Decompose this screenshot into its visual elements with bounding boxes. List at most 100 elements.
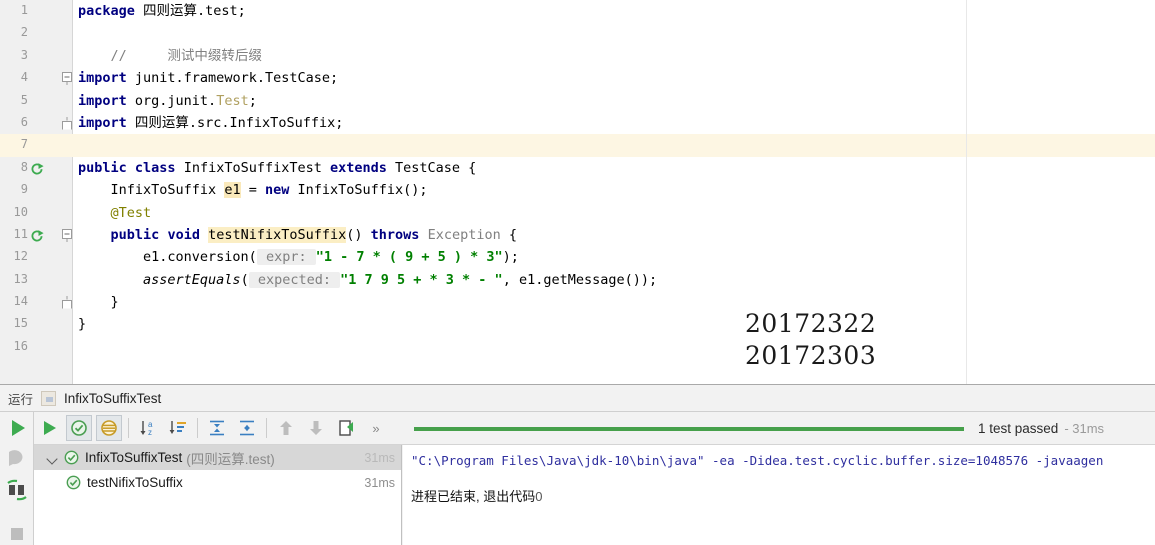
rerun-tests-icon[interactable] — [36, 415, 62, 441]
chevron-down-icon[interactable] — [46, 451, 60, 465]
code-line-7[interactable] — [73, 134, 1155, 157]
code-line-12[interactable]: e1.conversion( expr: "1 - 7 * ( 9 + 5 ) … — [73, 246, 1155, 268]
export-results-icon[interactable] — [333, 415, 359, 441]
line-number: 13 — [13, 271, 28, 286]
gutter-line-14[interactable]: 14 — [0, 291, 73, 313]
student-id-overlay: 20172322 20172303 — [745, 308, 876, 372]
tool-window-label: 运行 — [8, 392, 34, 407]
test-progress-area: 1 test passed - 31ms — [410, 412, 1155, 445]
code-line-5[interactable]: import org.junit.Test; — [73, 90, 1155, 112]
test-name: testNifixToSuffix — [87, 475, 183, 490]
toolbar-separator — [197, 418, 198, 438]
line-number: 11 — [13, 226, 28, 241]
gutter-line-4[interactable]: 4 — [0, 67, 73, 89]
next-failed-icon[interactable] — [303, 415, 329, 441]
test-status-time: - 31ms — [1064, 421, 1105, 436]
right-margin-guide — [966, 0, 967, 384]
test-package: (四则运算.test) — [186, 451, 275, 467]
toolbar-separator — [128, 418, 129, 438]
code-line-13[interactable]: assertEquals( expected: "1 7 9 5 + * 3 *… — [73, 269, 1155, 291]
rerun-icon[interactable] — [5, 416, 29, 440]
gutter-line-16[interactable]: 16 — [0, 336, 73, 358]
test-passed-icon — [66, 475, 81, 490]
test-progress-fill — [414, 426, 964, 431]
test-name: InfixToSuffixTest — [85, 450, 183, 465]
code-line-10[interactable]: @Test — [73, 202, 1155, 224]
sort-by-duration-icon[interactable] — [165, 415, 191, 441]
fold-collapse-icon[interactable] — [62, 228, 73, 242]
test-duration: 31ms — [364, 450, 395, 465]
test-tree-row[interactable]: InfixToSuffixTest (四则运算.test) 31ms — [34, 445, 401, 470]
code-line-11[interactable]: public void testNifixToSuffix() throws E… — [73, 224, 1155, 246]
gutter-line-8[interactable]: 8 — [0, 157, 73, 179]
show-ignored-icon[interactable] — [96, 415, 122, 441]
toggle-auto-test-icon[interactable] — [5, 446, 29, 470]
line-number: 12 — [13, 249, 28, 264]
gutter-line-7[interactable]: 7 — [0, 134, 73, 157]
console-exit-text: 进程已结束, 退出代码 — [411, 489, 536, 504]
code-line-16[interactable] — [73, 336, 1155, 358]
line-number: 7 — [20, 137, 28, 152]
line-number: 10 — [13, 204, 28, 219]
line-number: 2 — [20, 25, 28, 40]
line-number: 16 — [13, 338, 28, 353]
expand-all-icon[interactable] — [204, 415, 230, 441]
code-line-9[interactable]: InfixToSuffix e1 = new InfixToSuffix(); — [73, 179, 1155, 201]
gutter-line-5[interactable]: 5 — [0, 90, 73, 112]
line-number: 9 — [20, 182, 28, 197]
console-output[interactable]: "C:\Program Files\Java\jdk-10\bin\java" … — [403, 445, 1155, 545]
collapse-all-icon[interactable] — [234, 415, 260, 441]
sort-alphabetically-icon[interactable]: a z — [135, 415, 161, 441]
run-test-gutter-icon[interactable] — [29, 227, 45, 243]
console-exit-code: 0 — [535, 489, 543, 504]
line-number: 15 — [13, 316, 28, 331]
test-passed-icon — [64, 450, 79, 465]
run-actions-rail — [0, 412, 34, 545]
gutter-line-1[interactable]: 1 — [0, 0, 73, 22]
code-editor[interactable]: 1 2 3 4 5 6 7 8 9 10 11 12 13 14 15 16 package 四则运算.tes… — [0, 0, 1155, 384]
gutter-line-10[interactable]: 10 — [0, 202, 73, 224]
student-id-1: 20172322 — [745, 309, 877, 338]
gutter-line-11[interactable]: 11 — [0, 224, 73, 246]
import-tests-icon[interactable] — [5, 478, 29, 502]
line-number: 3 — [20, 47, 28, 62]
show-passed-icon[interactable] — [66, 415, 92, 441]
gutter-line-9[interactable]: 9 — [0, 179, 73, 201]
more-options-icon[interactable]: » — [363, 415, 389, 441]
gutter-line-2[interactable]: 2 — [0, 22, 73, 44]
gutter-line-12[interactable]: 12 — [0, 246, 73, 268]
svg-text:z: z — [148, 428, 152, 437]
console-exit-line: 进程已结束, 退出代码0 — [411, 487, 1155, 507]
toolbar-separator — [266, 418, 267, 438]
test-results-tree[interactable]: InfixToSuffixTest (四则运算.test) 31ms testNifi… — [34, 445, 402, 545]
fold-end-icon[interactable] — [62, 296, 73, 309]
line-number: 1 — [20, 3, 28, 17]
code-line-3[interactable]: // 测试中缀转后缀 — [73, 45, 1155, 67]
line-number: 14 — [13, 294, 28, 309]
code-text-area[interactable]: package 四则运算.test; // 测试中缀转后缀 import juni… — [73, 0, 1155, 384]
gutter-line-6[interactable]: 6 — [0, 112, 73, 134]
fold-collapse-icon[interactable] — [62, 72, 73, 86]
console-command-line: "C:\Program Files\Java\jdk-10\bin\java" … — [411, 453, 1104, 468]
code-line-14[interactable]: } — [73, 291, 1155, 313]
prev-failed-icon[interactable] — [273, 415, 299, 441]
run-test-gutter-icon[interactable] — [29, 160, 45, 176]
stop-icon[interactable] — [5, 522, 29, 545]
code-line-8[interactable]: public class InfixToSuffixTest extends T… — [73, 157, 1155, 179]
gutter-line-13[interactable]: 13 — [0, 269, 73, 291]
test-status-text: 1 test passed — [978, 421, 1059, 436]
code-line-2[interactable] — [73, 22, 1155, 44]
editor-gutter[interactable]: 1 2 3 4 5 6 7 8 9 10 11 12 13 14 15 16 — [0, 0, 73, 384]
console-spacer — [411, 471, 1155, 487]
code-line-6[interactable]: import 四则运算.src.InfixToSuffix; — [73, 112, 1155, 134]
code-line-1[interactable]: package 四则运算.test; — [73, 0, 1155, 22]
code-line-4[interactable]: import junit.framework.TestCase; — [73, 67, 1155, 89]
test-duration: 31ms — [364, 475, 395, 490]
test-tree-row[interactable]: testNifixToSuffix 31ms — [34, 470, 401, 495]
gutter-line-15[interactable]: 15 — [0, 313, 73, 335]
line-number: 4 — [20, 70, 28, 85]
code-line-15[interactable]: } — [73, 313, 1155, 335]
fold-end-icon[interactable] — [62, 116, 73, 130]
gutter-line-3[interactable]: 3 — [0, 45, 73, 67]
student-id-2: 20172303 — [745, 341, 877, 370]
